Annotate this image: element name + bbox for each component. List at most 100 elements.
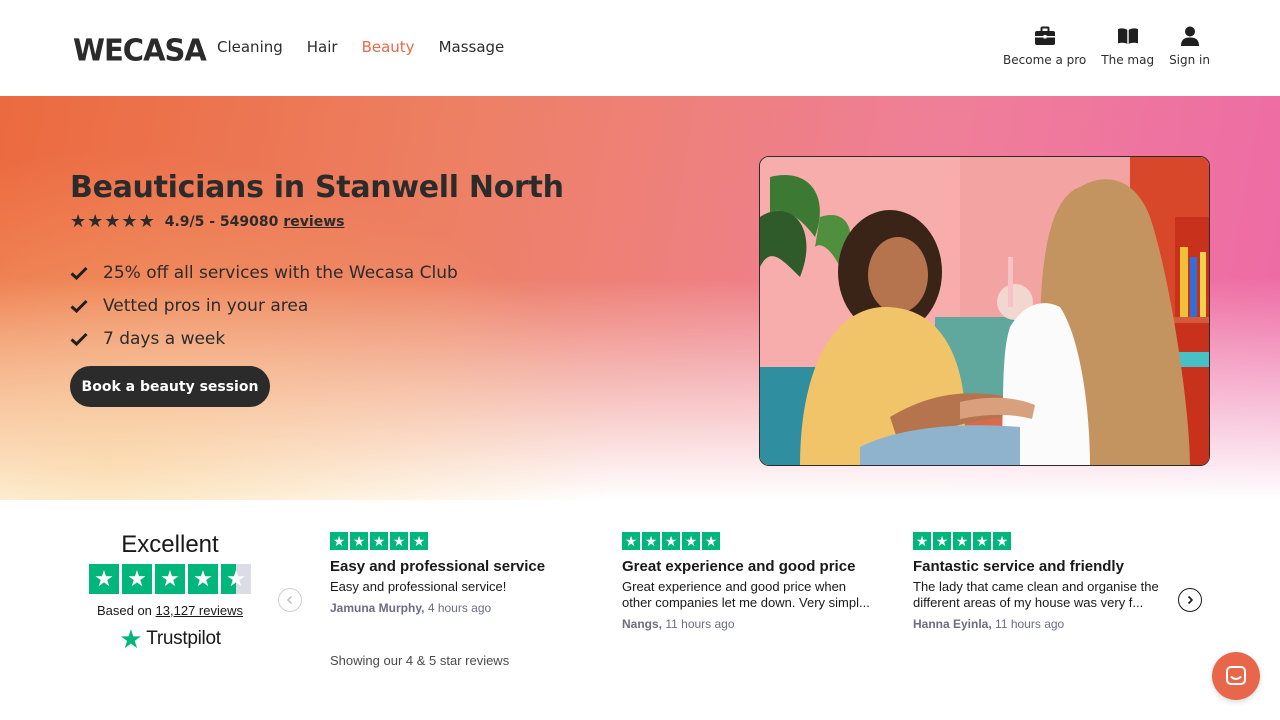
star-icon: ★: [662, 532, 680, 550]
chat-icon: [1226, 666, 1246, 685]
review-title: Fantastic service and friendly: [913, 558, 1124, 575]
check-icon: [70, 266, 88, 280]
review-body-line: other companies let me down. Very simpl.…: [622, 595, 870, 610]
sign-in-button[interactable]: Sign in: [1169, 26, 1210, 67]
benefit-item: 25% off all services with the Wecasa Clu…: [70, 256, 458, 289]
review-body: Easy and professional service!: [330, 579, 585, 595]
review-body-line: Great experience and good price when: [622, 579, 847, 594]
nav-massage[interactable]: Massage: [439, 38, 505, 56]
star-icon: ★: [973, 532, 991, 550]
become-a-pro-label: Become a pro: [1003, 53, 1087, 67]
half-star-icon: ★: [221, 564, 251, 594]
star-icon: ★: [138, 211, 155, 232]
star-icon: ★: [121, 211, 138, 232]
review-time: 4 hours ago: [427, 601, 492, 615]
carousel-next-button[interactable]: [1178, 588, 1202, 612]
star-icon: ★: [87, 211, 104, 232]
review-stars: ★ ★ ★ ★ ★: [622, 532, 877, 550]
chevron-right-icon: [1187, 595, 1194, 605]
beauty-session-illustration: [760, 157, 1209, 465]
benefit-text: 7 days a week: [103, 328, 226, 349]
review-meta: Hanna Eyinla, 11 hours ago: [913, 617, 1168, 631]
review-body-line: Easy and professional service!: [330, 579, 507, 594]
review-stars: ★ ★ ★ ★ ★: [913, 532, 1168, 550]
sign-in-label: Sign in: [1169, 53, 1210, 67]
star-icon: ★: [70, 211, 87, 232]
star-icon: ★: [122, 564, 152, 594]
trustpilot-stars: ★ ★ ★ ★ ★: [88, 564, 252, 594]
beauty-session-photo: [759, 156, 1210, 466]
star-icon: ★: [89, 564, 119, 594]
star-icon: ★: [702, 532, 720, 550]
nav-beauty[interactable]: Beauty: [362, 38, 415, 56]
nav-hair[interactable]: Hair: [307, 38, 338, 56]
benefit-item: Vetted pros in your area: [70, 289, 458, 322]
star-icon: ★: [642, 532, 660, 550]
review-time: 11 hours ago: [665, 617, 735, 631]
review-stars: ★ ★ ★ ★ ★: [330, 532, 585, 550]
review-title: Great experience and good price: [622, 558, 856, 575]
book-icon: [1117, 28, 1138, 44]
header-actions: Become a pro The mag Sign in: [1003, 26, 1210, 67]
review-body-line: The lady that came clean and organise th…: [913, 579, 1159, 594]
benefit-item: 7 days a week: [70, 322, 458, 355]
main-nav: Cleaning Hair Beauty Massage: [217, 38, 504, 56]
check-icon: [70, 299, 88, 313]
star-icon: ★: [682, 532, 700, 550]
briefcase-icon: [1034, 26, 1055, 45]
review-card[interactable]: ★ ★ ★ ★ ★ Easy and professional service …: [330, 532, 585, 615]
the-mag-button[interactable]: The mag: [1101, 26, 1154, 67]
become-a-pro-button[interactable]: Become a pro: [1003, 26, 1086, 67]
star-icon: ★: [350, 532, 368, 550]
trustpilot-summary: Excellent ★ ★ ★ ★ ★ Based on 13,127 revi…: [88, 531, 252, 654]
review-body: The lady that came clean and organise th…: [913, 579, 1168, 611]
star-icon: ★: [330, 532, 348, 550]
rating-stars: ★ ★ ★ ★ ★: [70, 213, 155, 231]
star-icon: ★: [390, 532, 408, 550]
star-icon: ★: [104, 211, 121, 232]
benefit-text: 25% off all services with the Wecasa Clu…: [103, 262, 458, 283]
check-icon: [70, 332, 88, 346]
hero-rating: ★ ★ ★ ★ ★ 4.9/5 - 549080 reviews: [70, 213, 344, 231]
chat-button[interactable]: [1212, 652, 1260, 700]
user-icon: [1180, 26, 1199, 46]
site-header: WECASA Cleaning Hair Beauty Massage Beco…: [0, 0, 1280, 96]
rating-score: 4.9/5 - 549080: [164, 214, 279, 230]
review-author: Hanna Eyinla,: [913, 617, 992, 631]
star-icon: ★: [622, 532, 640, 550]
review-time: 11 hours ago: [995, 617, 1065, 631]
star-icon: ★: [188, 564, 218, 594]
star-icon: ★: [953, 532, 971, 550]
trustpilot-rating-label: Excellent: [121, 531, 219, 558]
benefits-list: 25% off all services with the Wecasa Clu…: [70, 256, 458, 355]
trustpilot-brand: Trustpilot: [146, 628, 221, 649]
star-icon: ★: [410, 532, 428, 550]
review-count-link[interactable]: 13,127 reviews: [156, 603, 243, 618]
star-icon: ★: [370, 532, 388, 550]
book-beauty-session-button[interactable]: Book a beauty session: [70, 366, 270, 407]
based-on-text: Based on: [96, 603, 152, 618]
trustpilot-logo[interactable]: ★ Trustpilot: [88, 624, 252, 654]
review-meta: Jamuna Murphy, 4 hours ago: [330, 601, 585, 615]
trustpilot-based-on: Based on 13,127 reviews: [88, 603, 252, 618]
review-body-line: different areas of my house was very f..…: [913, 595, 1144, 610]
star-icon: ★: [933, 532, 951, 550]
review-title: Easy and professional service: [330, 558, 546, 575]
review-card[interactable]: ★ ★ ★ ★ ★ Fantastic service and friendly…: [913, 532, 1168, 631]
star-icon: ★: [155, 564, 185, 594]
trustpilot-star-icon: ★: [119, 624, 143, 654]
reviews-link[interactable]: reviews: [283, 214, 344, 230]
the-mag-label: The mag: [1101, 53, 1155, 67]
review-author: Nangs,: [622, 617, 663, 631]
reviews-filter-note: Showing our 4 & 5 star reviews: [330, 653, 510, 668]
benefit-text: Vetted pros in your area: [103, 295, 309, 316]
nav-cleaning[interactable]: Cleaning: [217, 38, 283, 56]
chevron-left-icon: [286, 595, 293, 605]
page-title: Beauticians in Stanwell North: [70, 170, 564, 205]
review-meta: Nangs, 11 hours ago: [622, 617, 877, 631]
carousel-prev-button[interactable]: [278, 588, 302, 612]
review-author: Jamuna Murphy,: [330, 601, 425, 615]
star-icon: ★: [993, 532, 1011, 550]
review-card[interactable]: ★ ★ ★ ★ ★ Great experience and good pric…: [622, 532, 877, 631]
wecasa-logo[interactable]: WECASA: [73, 32, 207, 68]
